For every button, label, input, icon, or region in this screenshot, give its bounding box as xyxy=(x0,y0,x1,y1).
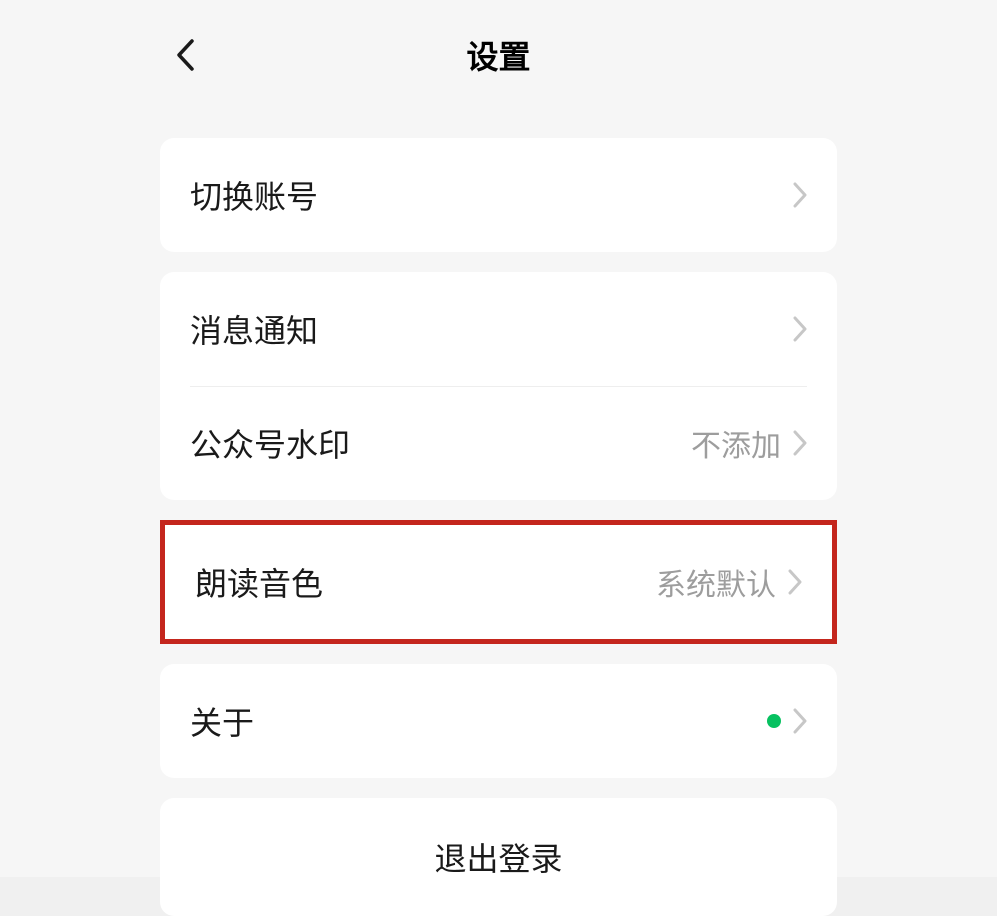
row-right: 不添加 xyxy=(691,421,807,465)
row-watermark[interactable]: 公众号水印 不添加 xyxy=(160,386,837,500)
settings-group: 消息通知 公众号水印 不添加 xyxy=(160,272,837,500)
chevron-right-icon xyxy=(793,316,807,342)
row-label: 关于 xyxy=(190,698,254,744)
row-about[interactable]: 关于 xyxy=(160,664,837,778)
chevron-right-icon xyxy=(793,182,807,208)
row-right xyxy=(793,182,807,208)
row-label: 公众号水印 xyxy=(190,420,350,466)
row-right: 系统默认 xyxy=(656,560,802,604)
row-label: 切换账号 xyxy=(190,172,318,218)
chevron-right-icon xyxy=(793,430,807,456)
page-title: 设置 xyxy=(466,32,530,78)
settings-group-highlighted: 朗读音色 系统默认 xyxy=(160,520,837,644)
row-value: 不添加 xyxy=(691,421,781,465)
badge-dot-icon xyxy=(767,714,781,728)
chevron-left-icon xyxy=(175,38,195,72)
settings-page: 设置 切换账号 消息通知 xyxy=(0,0,997,877)
row-notifications[interactable]: 消息通知 xyxy=(160,272,837,386)
header: 设置 xyxy=(0,0,997,110)
logout-label: 退出登录 xyxy=(434,834,562,880)
row-right xyxy=(767,708,807,734)
logout-button[interactable]: 退出登录 xyxy=(160,798,837,916)
row-label: 朗读音色 xyxy=(195,559,323,605)
back-button[interactable] xyxy=(165,35,205,75)
row-label: 消息通知 xyxy=(190,306,318,352)
chevron-right-icon xyxy=(793,708,807,734)
row-switch-account[interactable]: 切换账号 xyxy=(160,138,837,252)
row-value: 系统默认 xyxy=(656,560,776,604)
logout-group: 退出登录 xyxy=(160,798,837,916)
chevron-right-icon xyxy=(788,569,802,595)
settings-group: 关于 xyxy=(160,664,837,778)
row-voice[interactable]: 朗读音色 系统默认 xyxy=(165,525,832,639)
row-right xyxy=(793,316,807,342)
settings-group: 切换账号 xyxy=(160,138,837,252)
